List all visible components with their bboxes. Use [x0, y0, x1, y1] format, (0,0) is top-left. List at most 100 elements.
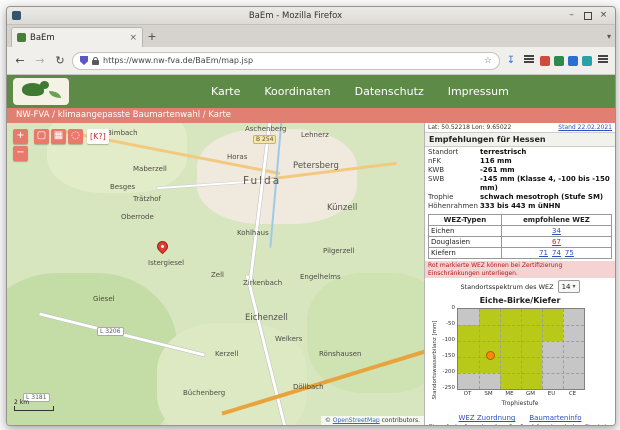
site-attribute-row: nFK116 mm — [428, 157, 612, 166]
site-attribute-value: -145 mm (Klasse 4, -100 bis -150 mm) — [480, 175, 612, 193]
wez-chart: Eiche-Birke/Kiefer Standortswasserbilanz… — [425, 295, 615, 413]
map-town-label: Giesel — [93, 295, 115, 303]
wez-links-cell: 67 — [501, 237, 611, 248]
chart-x-tick: OT — [457, 391, 478, 397]
window-app-icon — [12, 11, 21, 20]
site-attribute-value: 333 bis 443 m üNHN — [480, 202, 560, 211]
extension-icon-blue[interactable] — [568, 56, 578, 66]
scale-label: 2 km — [14, 399, 54, 406]
map[interactable]: BimbachAschenbergLehnerzPetersbergFuldaH… — [7, 123, 424, 425]
reload-button[interactable]: ↻ — [52, 54, 68, 67]
back-button[interactable]: ← — [12, 54, 28, 67]
frog-icon — [22, 83, 44, 96]
map-attribution: © OpenStreetMap contributors. — [321, 416, 424, 425]
downloads-icon[interactable]: ↧ — [504, 55, 518, 66]
chart-x-axis-label: Trophiestufe — [457, 400, 583, 407]
select-chevron-icon: ▾ — [572, 283, 575, 290]
chart-cell-suitable — [479, 325, 500, 341]
nav-karte[interactable]: Karte — [211, 85, 240, 98]
osm-link[interactable]: OpenStreetMap — [333, 417, 380, 424]
window-titlebar[interactable]: BaEm - Mozilla Firefox – × — [7, 7, 615, 25]
wez-table: WEZ-Typen empfohlene WEZ Eichen34Douglas… — [428, 214, 612, 259]
chart-cell-suitable — [500, 325, 521, 341]
tab-baem[interactable]: BaEm × — [11, 27, 143, 47]
stand-date-link[interactable]: Stand 22.02.2021 — [558, 124, 612, 131]
chart-y-tick: -250 — [427, 385, 455, 391]
tab-favicon — [17, 33, 26, 42]
map-town-label: Aschenberg — [245, 125, 286, 133]
chart-gridline — [458, 357, 584, 358]
chart-x-tick: ME — [499, 391, 520, 397]
bookmark-star-icon[interactable]: ☆ — [484, 56, 492, 66]
tracking-shield-icon[interactable] — [80, 56, 88, 65]
wez-row: Kiefern717475 — [429, 248, 612, 259]
map-marker-pin[interactable] — [155, 239, 171, 255]
wez-row: Eichen34 — [429, 226, 612, 237]
breadcrumb: NW-FVA / klimaangepasste Baumartenwahl /… — [7, 108, 615, 123]
wez-zuordnung-link[interactable]: WEZ Zuordnung — [459, 414, 516, 422]
extension-icon-teal[interactable] — [582, 56, 592, 66]
library-icon[interactable] — [522, 54, 536, 68]
wez-number-link[interactable]: 75 — [565, 249, 574, 257]
panel-title: Empfehlungen für Hessen — [425, 132, 615, 147]
chart-cell-suitable — [500, 357, 521, 373]
box-select-button[interactable]: ▦ — [51, 129, 66, 144]
chart-x-tick: EU — [541, 391, 562, 397]
chart-cell-suitable — [458, 325, 479, 341]
wez-links-cell: 71 74 75 — [501, 248, 611, 259]
maximize-button[interactable] — [582, 10, 593, 21]
lock-icon[interactable] — [92, 60, 99, 65]
wez-number-link[interactable]: 74 — [552, 249, 561, 257]
site-header: Karte Koordinaten Datenschutz Impressum — [7, 75, 615, 108]
spectrum-selected-value: 14 — [562, 283, 571, 291]
forward-button[interactable]: → — [32, 54, 48, 67]
wez-number-link[interactable]: 67 — [552, 238, 561, 246]
map-town-label: Döllbach — [293, 383, 324, 391]
extension-icon-green[interactable] — [554, 56, 564, 66]
map-town-label: Eichenzell — [245, 313, 288, 323]
wez-number-link[interactable]: 34 — [552, 227, 561, 235]
nav-koordinaten[interactable]: Koordinaten — [264, 85, 330, 98]
coordinates-k-button[interactable]: [K?] — [87, 129, 109, 144]
zoom-out-button[interactable]: − — [13, 146, 28, 161]
spectrum-row: Standortsspektrum des WEZ 14 ▾ — [425, 278, 615, 295]
map-town-label: Kerzell — [215, 350, 238, 358]
nwfva-logo[interactable] — [13, 78, 69, 105]
chart-cell-suitable — [500, 341, 521, 357]
chart-gridline — [500, 309, 501, 389]
circle-select-button[interactable]: ◌ — [68, 129, 83, 144]
map-town-label: Maberzell — [133, 165, 167, 173]
site-attribute-row: Höhenrahmen333 bis 443 m üNHN — [428, 202, 612, 211]
site-attribute-key: nFK — [428, 157, 480, 166]
close-button[interactable]: × — [598, 10, 609, 21]
chart-gridline — [542, 309, 543, 389]
menu-icon[interactable] — [596, 54, 610, 68]
new-tab-button[interactable]: + — [143, 28, 161, 47]
wez-number-link[interactable]: 71 — [539, 249, 548, 257]
fullscreen-button[interactable]: ▢ — [34, 129, 49, 144]
scale-line — [14, 406, 54, 411]
baumarteninfo-link[interactable]: Baumarteninfo — [529, 414, 581, 422]
map-forest-patch — [307, 273, 424, 393]
extension-icon-red[interactable] — [540, 56, 550, 66]
chart-cell-suitable — [521, 309, 542, 325]
nav-impressum[interactable]: Impressum — [448, 85, 509, 98]
site-attribute-key: KWB — [428, 166, 480, 175]
chart-gridline — [458, 341, 584, 342]
nav-datenschutz[interactable]: Datenschutz — [355, 85, 424, 98]
tab-list-chevron[interactable]: ▾ — [607, 27, 611, 47]
spectrum-select[interactable]: 14 ▾ — [558, 280, 580, 293]
chart-gridline — [563, 309, 564, 389]
road-badge: L 3206 — [97, 327, 124, 336]
url-bar[interactable]: https://www.nw-fva.de/BaEm/map.jsp ☆ — [72, 52, 500, 70]
minimize-button[interactable]: – — [566, 10, 577, 21]
chart-cell-suitable — [521, 373, 542, 389]
chart-y-tick: -100 — [427, 337, 455, 343]
chart-cell-suitable — [500, 309, 521, 325]
zoom-in-button[interactable]: + — [13, 129, 28, 144]
tab-close-icon[interactable]: × — [129, 33, 137, 43]
leaf-icon — [49, 91, 61, 98]
url-text[interactable]: https://www.nw-fva.de/BaEm/map.jsp — [103, 56, 480, 65]
wez-col-typen: WEZ-Typen — [429, 215, 502, 226]
panel-links: WEZ Zuordnung Baumarteninfo — [425, 413, 615, 423]
